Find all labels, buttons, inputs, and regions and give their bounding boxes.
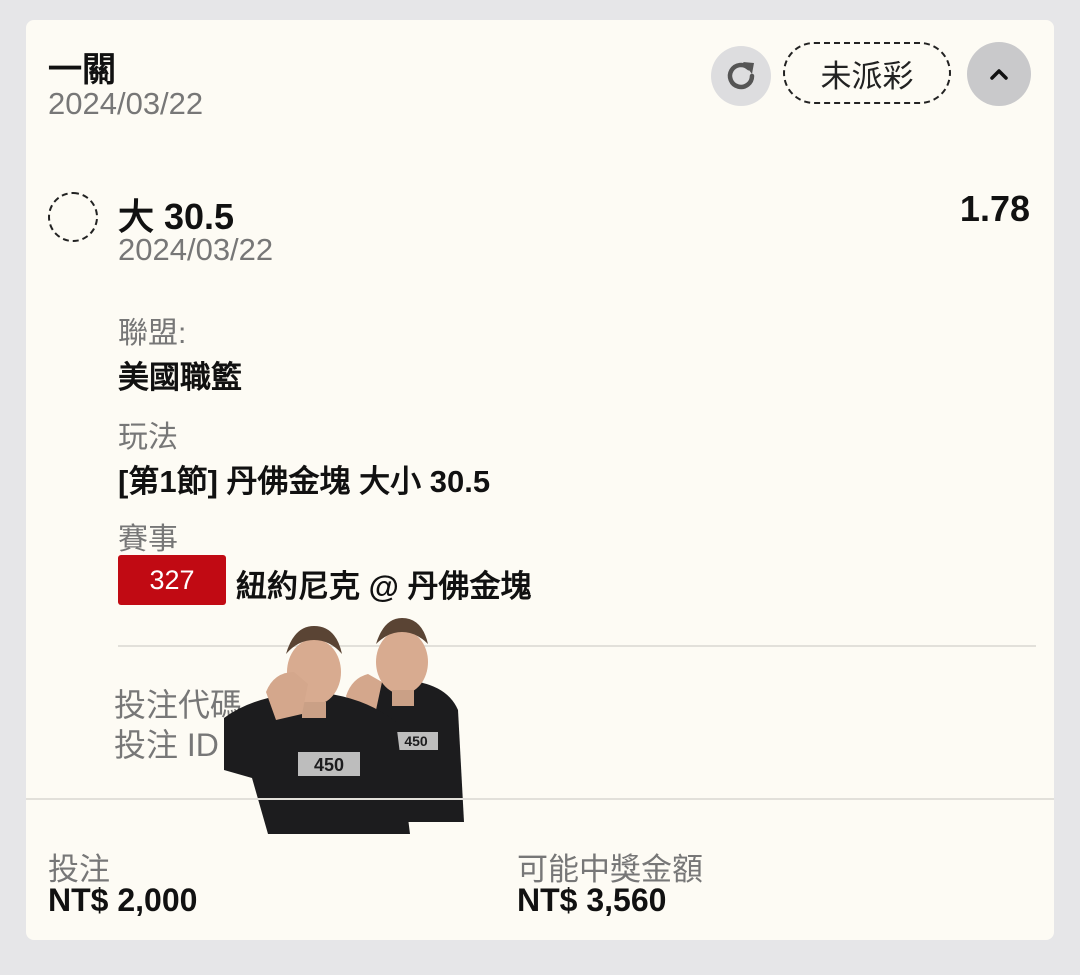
collapse-button[interactable] (967, 42, 1031, 106)
thumbs-down-sticker: 450 450 (224, 618, 464, 834)
bet-slip-card: 一關 2024/03/22 未派彩 大 30.5 1.78 2024/03/22… (26, 20, 1054, 940)
footer-divider (26, 798, 1054, 800)
bet-type-title: 一關 (48, 51, 116, 89)
settlement-status-badge: 未派彩 (783, 42, 951, 104)
refresh-button[interactable] (711, 46, 771, 106)
pending-circle-icon (48, 192, 98, 242)
refresh-icon (727, 62, 755, 90)
bet-type-value: [第1節] 丹佛金塊 大小 30.5 (118, 464, 491, 499)
league-label: 聯盟: (118, 317, 187, 350)
bet-date: 2024/03/22 (48, 86, 204, 121)
event-number-badge: 327 (118, 555, 226, 605)
chevron-up-icon (990, 69, 1008, 80)
selection-odds: 1.78 (959, 188, 1030, 229)
event-label: 賽事 (118, 523, 178, 556)
svg-text:450: 450 (404, 733, 428, 749)
league-value: 美國職籃 (118, 360, 242, 395)
stake-value: NT$ 2,000 (48, 882, 198, 918)
potential-payout-value: NT$ 3,560 (517, 882, 667, 918)
selection-date: 2024/03/22 (118, 232, 274, 267)
bet-type-label: 玩法 (118, 421, 178, 454)
svg-text:450: 450 (314, 755, 344, 775)
event-name: 紐約尼克 @ 丹佛金塊 (236, 569, 532, 604)
